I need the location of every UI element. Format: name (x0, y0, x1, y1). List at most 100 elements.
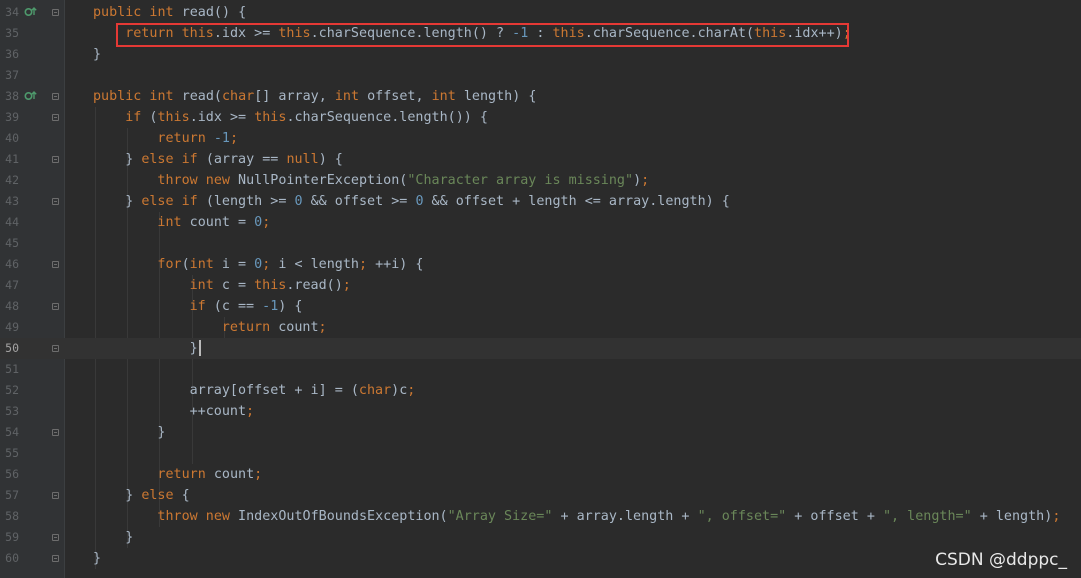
code-text[interactable]: if (c == -1) { (190, 296, 303, 317)
code-text[interactable]: ++count; (190, 401, 255, 422)
code-line[interactable]: 42 throw new NullPointerException("Charac… (0, 170, 1081, 191)
code-token: 0 (294, 194, 303, 209)
code-token: this (254, 278, 287, 293)
code-text[interactable]: } else if (array == null) { (125, 149, 343, 170)
code-line[interactable]: 54} (0, 422, 1081, 443)
code-line[interactable]: 58 throw new IndexOutOfBoundsException("A… (0, 506, 1081, 527)
fold-marker-icon[interactable] (52, 303, 59, 310)
code-line[interactable]: 49 return count; (0, 317, 1081, 338)
code-text[interactable]: public int read() { (93, 2, 246, 23)
code-token: return (157, 131, 214, 146)
implements-method-icon[interactable] (24, 2, 38, 23)
code-token: { (181, 488, 190, 503)
code-text[interactable]: } (93, 44, 101, 65)
code-line[interactable]: 40 return -1; (0, 128, 1081, 149)
code-text[interactable]: return -1; (157, 128, 238, 149)
code-text[interactable]: int c = this.read(); (190, 275, 351, 296)
code-token: ++count (189, 404, 247, 419)
fold-marker-icon[interactable] (52, 9, 59, 16)
code-line[interactable]: 47 int c = this.read(); (0, 275, 1081, 296)
code-token: ", offset=" (697, 509, 787, 524)
code-text[interactable]: for(int i = 0; i < length; ++i) { (157, 254, 423, 275)
code-token: ; (246, 404, 255, 419)
fold-marker-icon[interactable] (52, 555, 59, 562)
code-token: + length) (971, 509, 1053, 524)
line-number: 60 (5, 551, 19, 565)
code-token: "Array Size=" (447, 509, 553, 524)
code-line[interactable]: 52 array[offset + i] = (char)c; (0, 380, 1081, 401)
code-line[interactable]: 41 } else if (array == null) { (0, 149, 1081, 170)
code-token: 0 (254, 215, 263, 230)
code-text[interactable]: } (125, 527, 133, 548)
code-line[interactable]: 36} (0, 44, 1081, 65)
code-token: int (189, 257, 222, 272)
code-line[interactable]: 37 (0, 65, 1081, 86)
text-cursor (198, 340, 201, 356)
code-line[interactable]: 34 public int read() { (0, 2, 1081, 23)
code-line[interactable]: 55 (0, 443, 1081, 464)
implements-method-icon[interactable] (24, 86, 38, 107)
line-number: 56 (5, 467, 19, 481)
code-text[interactable]: if (this.idx >= this.charSequence.length… (125, 107, 488, 128)
code-text[interactable]: return count; (222, 317, 327, 338)
code-text[interactable]: int count = 0; (157, 212, 270, 233)
fold-marker-icon[interactable] (52, 345, 59, 352)
code-line[interactable]: 56 return count; (0, 464, 1081, 485)
code-line[interactable]: 50} (0, 338, 1081, 359)
highlight-box (116, 23, 849, 47)
code-line[interactable]: 48 if (c == -1) { (0, 296, 1081, 317)
code-text[interactable]: } (157, 422, 165, 443)
fold-marker-icon[interactable] (52, 198, 59, 205)
code-line[interactable]: 39 if (this.idx >= this.charSequence.leng… (0, 107, 1081, 128)
code-token: ; (358, 257, 376, 272)
code-text[interactable]: array[offset + i] = (char)c; (190, 380, 416, 401)
line-number: 40 (5, 131, 19, 145)
line-number: 52 (5, 383, 19, 397)
code-token: IndexOutOfBoundsException( (238, 509, 448, 524)
code-token: read() { (181, 5, 247, 20)
code-line[interactable]: 46 for(int i = 0; i < length; ++i) { (0, 254, 1081, 275)
code-line[interactable]: 60} (0, 548, 1081, 569)
fold-marker-icon[interactable] (52, 93, 59, 100)
code-text[interactable]: public int read(char[] array, int offset… (93, 86, 536, 107)
code-line[interactable]: 44 int count = 0; (0, 212, 1081, 233)
code-line[interactable]: 51 (0, 359, 1081, 380)
fold-marker-icon[interactable] (52, 534, 59, 541)
code-line[interactable]: 43} else if (length >= 0 && offset >= 0 … (0, 191, 1081, 212)
code-text[interactable]: return count; (157, 464, 262, 485)
code-token: } (125, 194, 142, 209)
code-text[interactable]: } (190, 338, 201, 359)
fold-marker-icon[interactable] (52, 114, 59, 121)
line-number: 51 (5, 362, 19, 376)
line-number: 35 (5, 26, 19, 40)
code-token: ++i) { (375, 257, 424, 272)
code-token: throw new (157, 173, 239, 188)
fold-marker-icon[interactable] (52, 261, 59, 268)
fold-marker-icon[interactable] (52, 156, 59, 163)
code-line[interactable]: 53 ++count; (0, 401, 1081, 422)
code-token: } (157, 425, 166, 440)
code-editor[interactable]: 34 public int read() {35 return this.idx >… (0, 0, 1081, 578)
line-number: 41 (5, 152, 19, 166)
code-token: ; (254, 467, 263, 482)
code-token: for (157, 257, 182, 272)
code-token: } (93, 47, 102, 62)
code-token: ; (229, 131, 239, 146)
code-token: else if (141, 152, 206, 167)
code-line[interactable]: 57} else { (0, 485, 1081, 506)
fold-marker-icon[interactable] (52, 492, 59, 499)
code-text[interactable]: } else { (125, 485, 190, 506)
code-token: this (157, 110, 190, 125)
line-number: 44 (5, 215, 19, 229)
code-text[interactable]: } (93, 548, 101, 569)
fold-marker-icon[interactable] (52, 429, 59, 436)
code-line[interactable]: 38 public int read(char[] array, int offs… (0, 86, 1081, 107)
code-token: ; (407, 383, 416, 398)
code-token: } (125, 152, 142, 167)
code-line[interactable]: 59} (0, 527, 1081, 548)
code-text[interactable]: } else if (length >= 0 && offset >= 0 &&… (125, 191, 730, 212)
code-token: (c == (213, 299, 263, 314)
code-line[interactable]: 45 (0, 233, 1081, 254)
code-text[interactable]: throw new NullPointerException("Characte… (157, 170, 649, 191)
code-text[interactable]: throw new IndexOutOfBoundsException("Arr… (157, 506, 1060, 527)
